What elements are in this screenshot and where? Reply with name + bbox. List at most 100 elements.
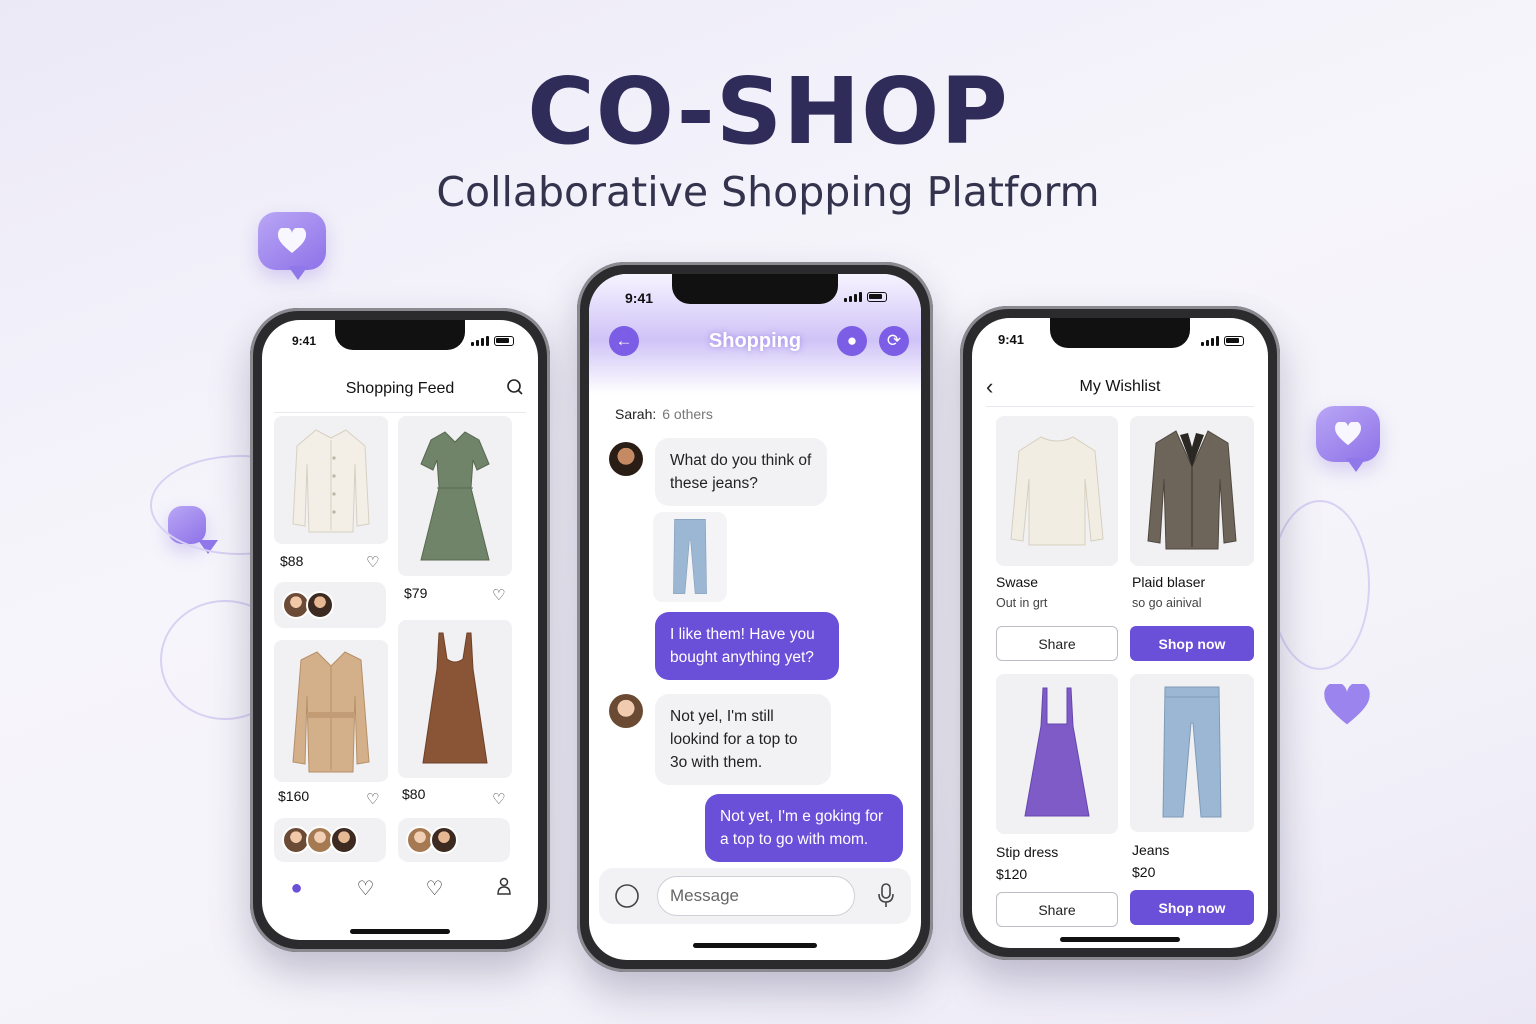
phone-wishlist: 9:41 ‹ My Wishlist Swase Out in grt Plai… [960, 306, 1280, 960]
product-price: $20 [1132, 864, 1156, 880]
product-price: $120 [996, 866, 1028, 882]
microphone-icon[interactable] [877, 883, 895, 914]
phone-shopping-feed: 9:41 Shopping Feed $88 ♡ $79 ♡ $160 ♡ $8… [250, 308, 550, 952]
avatar [430, 826, 458, 854]
shared-by-avatars[interactable] [274, 582, 386, 628]
share-button[interactable]: Share [996, 892, 1118, 927]
message-input[interactable] [657, 876, 855, 916]
wishlist-screen: 9:41 ‹ My Wishlist Swase Out in grt Plai… [972, 318, 1268, 948]
status-icons [844, 292, 887, 302]
battery-icon [494, 336, 514, 346]
share-link-button[interactable]: ⟳ [879, 326, 909, 356]
home-icon[interactable]: ● [282, 877, 312, 900]
hero-subtitle: Collaborative Shopping Platform [436, 168, 1100, 216]
chat-message-incoming: Not yel, I'm still lookind for a top to … [655, 694, 831, 785]
plaid-blazer-image [1147, 430, 1237, 550]
share-button[interactable]: Share [996, 626, 1118, 661]
product-name: Jeans [1132, 842, 1170, 858]
hero-title: CO-SHOP [527, 58, 1009, 165]
chat-message-outgoing: Not yet, I'm e goking for a top to go wi… [705, 794, 903, 862]
status-icons [1201, 336, 1244, 346]
message-composer [599, 868, 911, 924]
sender-avatar [609, 442, 643, 476]
avatar [306, 591, 334, 619]
sweater-image [1010, 436, 1104, 546]
signal-icon [471, 336, 489, 346]
page-title: My Wishlist [1079, 378, 1161, 395]
home-indicator [1060, 937, 1180, 942]
heart-bubble-icon [1316, 406, 1380, 472]
chat-message-outgoing: I like them! Have you bought anything ye… [655, 612, 839, 680]
trench-coat-image [292, 651, 370, 773]
heart-icon[interactable]: ♡ [351, 876, 381, 901]
product-subtitle: so go ainival [1132, 596, 1202, 610]
avatar [330, 826, 358, 854]
status-time: 9:41 [625, 290, 654, 306]
chat-bubble-button[interactable]: ● [837, 326, 867, 356]
page-title: Shopping Feed [345, 380, 455, 397]
product-card[interactable] [996, 416, 1118, 566]
product-card[interactable] [996, 674, 1118, 834]
jeans-image [1162, 686, 1222, 818]
product-card[interactable] [1130, 674, 1254, 832]
product-price: $160 [278, 788, 310, 804]
sender-avatar [609, 694, 643, 728]
battery-icon [867, 292, 887, 302]
decorative-curve [1270, 500, 1370, 670]
product-card[interactable] [398, 416, 512, 576]
product-name: Stip dress [996, 844, 1059, 860]
header-divider [274, 412, 526, 413]
chat-message-incoming: What do you think of these jeans? [655, 438, 827, 506]
signal-icon [844, 292, 862, 302]
heart-icon[interactable]: ♡ [492, 790, 505, 808]
shopping-chat-screen: 9:41 ← Shopping ● ⟳ Sarah: 6 others What … [589, 274, 921, 960]
heart-icon[interactable]: ♡ [366, 553, 379, 571]
header-divider [986, 406, 1254, 407]
page-title: Shopping [708, 330, 802, 352]
notch [335, 320, 465, 350]
product-card[interactable] [398, 620, 512, 778]
participant-name: Sarah: [615, 406, 657, 422]
notch [1050, 318, 1190, 348]
home-indicator [350, 929, 450, 934]
emoji-icon[interactable] [613, 882, 641, 915]
product-name: Plaid blaser [1132, 574, 1206, 590]
profile-icon[interactable] [489, 877, 519, 901]
shop-now-button[interactable]: Shop now [1130, 626, 1254, 661]
status-time: 9:41 [292, 334, 317, 348]
heart-bubble-icon [258, 212, 326, 280]
participant-count: 6 others [662, 406, 713, 422]
product-price: $79 [404, 585, 428, 601]
bottom-nav: ● ♡ ♡ [262, 876, 538, 901]
phone-shopping-chat: 9:41 ← Shopping ● ⟳ Sarah: 6 others What … [577, 262, 933, 972]
shared-by-avatars[interactable] [398, 818, 510, 862]
notch [672, 274, 838, 304]
shopping-feed-screen: 9:41 Shopping Feed $88 ♡ $79 ♡ $160 ♡ $8… [262, 320, 538, 940]
brown-dress-image [422, 632, 488, 764]
battery-icon [1224, 336, 1244, 346]
heart-icon[interactable]: ♡ [420, 876, 450, 901]
status-icons [471, 336, 514, 346]
signal-icon [1201, 336, 1219, 346]
home-indicator [693, 943, 817, 948]
product-card[interactable] [274, 416, 388, 544]
chat-participants[interactable]: Sarah: 6 others [615, 406, 713, 422]
product-card[interactable] [1130, 416, 1254, 566]
product-name: Swase [996, 574, 1039, 590]
purple-slip-dress-image [1024, 687, 1090, 817]
heart-icon [1322, 682, 1372, 731]
product-subtitle: Out in grt [996, 596, 1048, 610]
shared-product-card[interactable] [653, 512, 727, 602]
blouse-image [292, 429, 370, 533]
product-price: $80 [402, 786, 426, 802]
jeans-image [673, 519, 707, 594]
product-price: $88 [280, 553, 304, 569]
green-dress-image [420, 431, 490, 561]
shared-by-avatars[interactable] [274, 818, 386, 862]
heart-icon[interactable]: ♡ [366, 790, 379, 808]
status-time: 9:41 [998, 332, 1025, 347]
heart-icon[interactable]: ♡ [492, 586, 505, 604]
shop-now-button[interactable]: Shop now [1130, 890, 1254, 925]
product-card[interactable] [274, 640, 388, 782]
search-icon[interactable] [506, 378, 524, 401]
